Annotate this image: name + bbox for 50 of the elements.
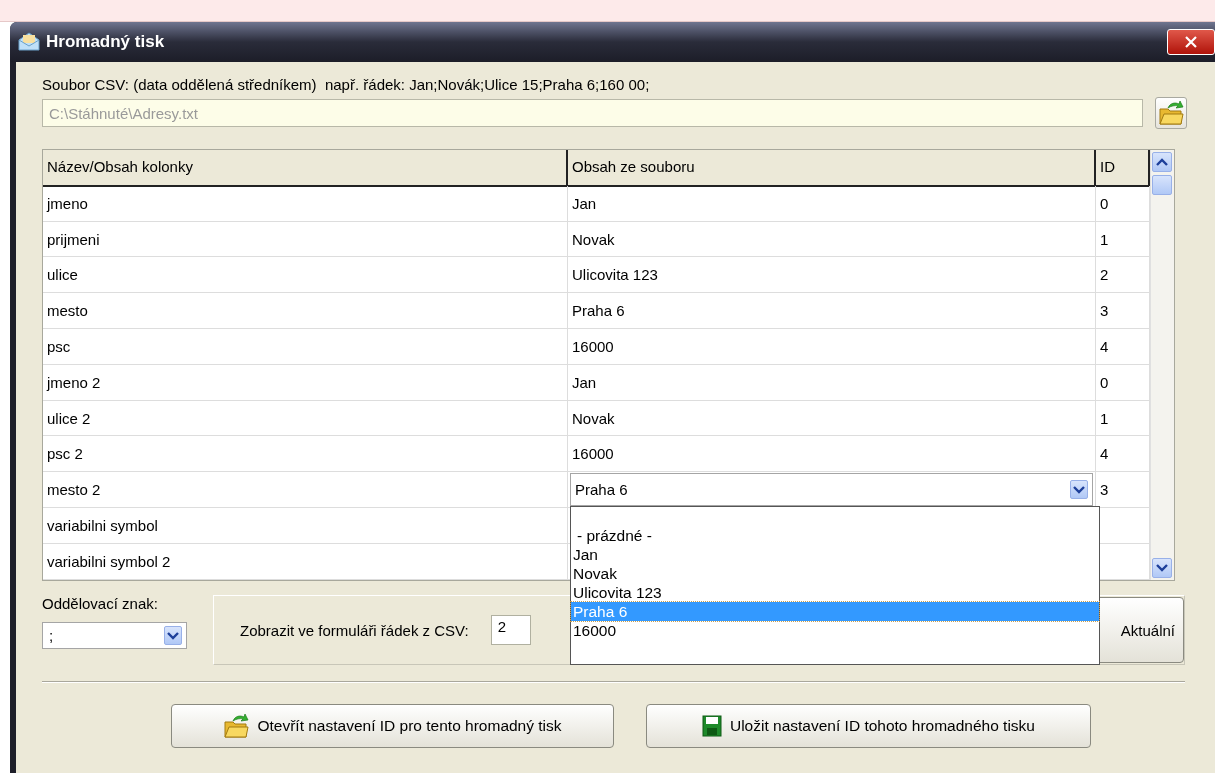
close-button[interactable]	[1167, 29, 1215, 55]
chevron-down-icon	[167, 631, 179, 640]
scroll-down-button[interactable]	[1152, 558, 1172, 578]
separator-label: Oddělovací znak:	[42, 595, 159, 612]
open-file-button[interactable]	[1155, 97, 1187, 129]
table-cell: Novak	[568, 400, 1096, 437]
chevron-down-icon	[1156, 564, 1168, 572]
table-cell: Ulicovita 123	[568, 257, 1096, 294]
chevron-down-icon	[1073, 485, 1085, 494]
scroll-up-button[interactable]	[1152, 152, 1172, 172]
dropdown-option[interactable]: - prázdné -	[571, 526, 1099, 546]
table-cell: Novak	[568, 221, 1096, 258]
table-cell: jmeno	[43, 185, 568, 222]
folder-arrow-icon	[223, 713, 250, 739]
table-cell: mesto	[43, 293, 568, 329]
table-cell: variabilni symbol 2	[43, 543, 568, 580]
table-cell: mesto 2	[43, 472, 568, 508]
table-cell: Praha 6	[568, 293, 1096, 329]
scrollbar[interactable]	[1150, 150, 1174, 580]
table-cell: prijmeni	[43, 221, 568, 258]
window-title: Hromadný tisk	[46, 32, 166, 52]
table-cell: psc 2	[43, 436, 568, 473]
table-cell: 16000	[568, 436, 1096, 473]
table-cell: 16000	[568, 329, 1096, 365]
open-button[interactable]: Otevřít nastavení ID pro tento hromadný tisk	[171, 704, 614, 748]
table-cell: psc	[43, 329, 568, 365]
separator-dropdown[interactable]: ;	[42, 622, 187, 649]
content-dropdown[interactable]: Praha 6	[570, 473, 1093, 507]
table-cell: Jan	[568, 185, 1096, 222]
column-header[interactable]: ID	[1096, 150, 1150, 187]
envelope-icon	[18, 32, 40, 52]
column-header[interactable]: Obsah ze souboru	[568, 150, 1096, 187]
save-button[interactable]: Uložit nastavení ID tohoto hromadného tisku	[646, 704, 1091, 748]
chevron-up-icon	[1156, 158, 1168, 166]
row-picker-label: Zobrazit ve formuláři řádek z CSV:	[240, 621, 469, 639]
table-cell: ulice 2	[43, 400, 568, 437]
dropdown-option[interactable]: Novak	[571, 564, 1099, 584]
close-icon	[1185, 36, 1197, 48]
table-cell: variabilni symbol	[43, 507, 568, 544]
dropdown-option[interactable]: Jan	[571, 545, 1099, 565]
table-cell: ulice	[43, 257, 568, 294]
dropdown-arrow-button[interactable]	[1070, 480, 1088, 500]
column-header[interactable]: Název/Obsah kolonky	[43, 150, 568, 187]
scroll-thumb[interactable]	[1152, 175, 1172, 195]
table-cell: Jan	[568, 364, 1096, 401]
csv-file-label: Soubor CSV: (data oddělená středníkem) např. řádek: Jan;Novák;Ulice 15;Praha 6;160 00;	[42, 76, 651, 93]
table-cell: jmeno 2	[43, 364, 568, 401]
folder-arrow-icon	[1158, 100, 1184, 126]
dropdown-arrow-button[interactable]	[164, 626, 182, 645]
row-number-field[interactable]: 2	[490, 615, 531, 645]
